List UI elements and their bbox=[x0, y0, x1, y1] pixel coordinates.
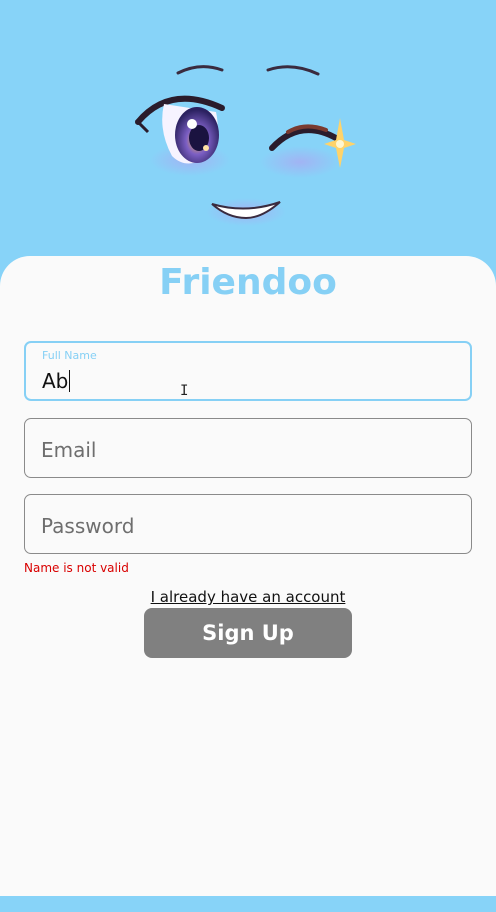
name-error-message: Name is not valid bbox=[24, 561, 129, 575]
email-placeholder: Email bbox=[41, 438, 97, 462]
bottom-strip bbox=[0, 896, 496, 912]
email-field[interactable]: Email bbox=[24, 418, 472, 478]
winking-face-icon bbox=[134, 65, 356, 226]
text-caret bbox=[69, 370, 71, 392]
signup-page: Friendoo Full Name Ab I Email Password N… bbox=[0, 0, 496, 912]
password-placeholder: Password bbox=[41, 514, 135, 538]
signup-card: Friendoo Full Name Ab I Email Password N… bbox=[0, 256, 496, 896]
mascot-illustration bbox=[0, 0, 496, 280]
password-field[interactable]: Password bbox=[24, 494, 472, 554]
full-name-value: Ab bbox=[42, 369, 71, 393]
full-name-label: Full Name bbox=[42, 349, 97, 362]
app-title: Friendoo bbox=[159, 262, 337, 303]
full-name-field[interactable]: Full Name Ab I bbox=[24, 341, 472, 401]
text-cursor-icon: I bbox=[180, 383, 189, 399]
sign-up-button[interactable]: Sign Up bbox=[144, 608, 352, 658]
login-link[interactable]: I already have an account bbox=[0, 588, 496, 606]
